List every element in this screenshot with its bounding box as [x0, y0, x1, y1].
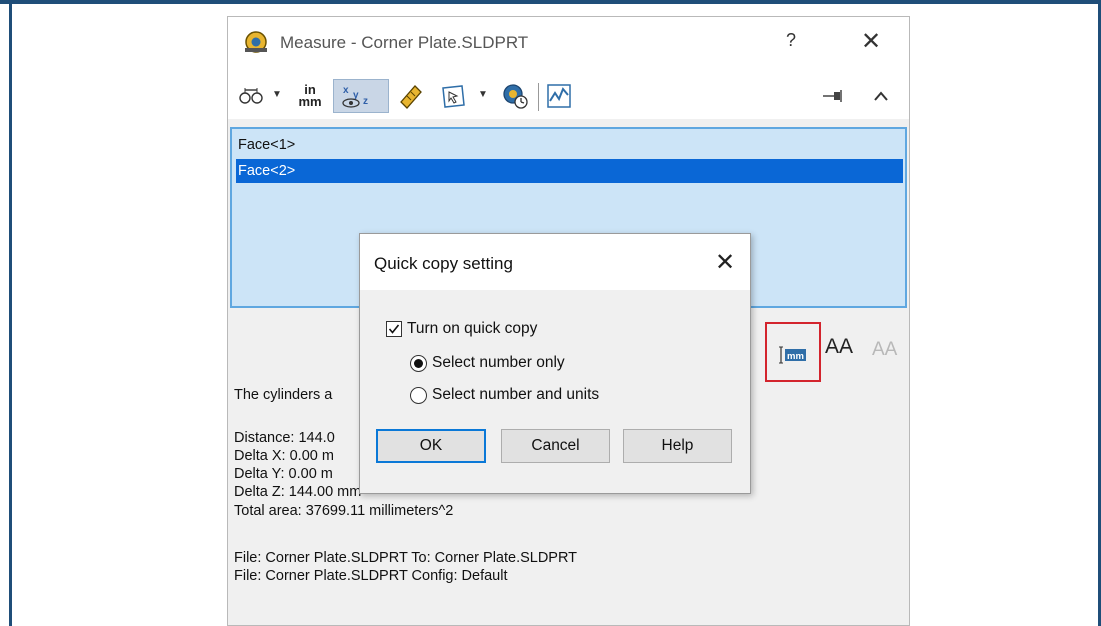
- result-total-area: Total area: 37699.11 millimeters^2: [234, 503, 454, 519]
- ok-button[interactable]: OK: [376, 429, 486, 463]
- radio-number-only-label: Select number only: [432, 354, 565, 371]
- radio-number-only-row[interactable]: Select number only: [410, 354, 565, 372]
- result-delta-x: Delta X: 0.00 m: [234, 448, 334, 464]
- cancel-button[interactable]: Cancel: [501, 429, 610, 463]
- quick-copy-units-button[interactable]: mm: [765, 322, 821, 382]
- radio-number-only[interactable]: [410, 354, 427, 372]
- point-to-point-icon[interactable]: [394, 79, 428, 113]
- result-distance: Distance: 144.0: [234, 430, 335, 446]
- history-icon[interactable]: [498, 79, 532, 113]
- increase-font-icon[interactable]: AA: [825, 335, 853, 359]
- show-xyz-measurements-icon[interactable]: x y z: [333, 79, 389, 113]
- decrease-font-icon[interactable]: AA: [872, 339, 897, 361]
- sensor-icon[interactable]: [542, 79, 576, 113]
- arc-circle-measurements-icon[interactable]: [236, 79, 266, 113]
- result-summary: The cylinders a: [234, 387, 333, 403]
- quick-copy-checkbox-row[interactable]: Turn on quick copy: [386, 320, 537, 338]
- radio-dot: [414, 358, 423, 368]
- toolbar: ▼ in mm x y z ▼: [228, 75, 909, 119]
- checkmark-icon: [388, 324, 400, 334]
- quick-copy-checkbox[interactable]: [386, 321, 402, 337]
- quick-copy-checkbox-label: Turn on quick copy: [407, 320, 538, 337]
- page-border-top: [0, 0, 1101, 4]
- radio-number-units-label: Select number and units: [432, 386, 600, 403]
- help-dialog-button[interactable]: Help: [623, 429, 732, 463]
- radio-number-units[interactable]: [410, 386, 427, 404]
- help-button[interactable]: ?: [776, 30, 806, 51]
- units-precision-icon[interactable]: in mm: [294, 79, 326, 113]
- dialog-title-bar: Quick copy setting ✕: [360, 234, 750, 290]
- quick-copy-dialog: Quick copy setting ✕ Turn on quick copy …: [359, 233, 751, 494]
- radio-number-units-row[interactable]: Select number and units: [410, 386, 599, 404]
- units-label-bottom: mm: [298, 94, 322, 109]
- mm-label: mm: [787, 351, 804, 362]
- pin-icon[interactable]: [818, 79, 848, 113]
- chevron-down-icon[interactable]: ▼: [478, 89, 488, 100]
- measure-tape-icon: [242, 30, 272, 54]
- svg-text:z: z: [363, 96, 368, 107]
- toolbar-separator: [538, 83, 539, 111]
- mm-units-icon: mm: [779, 346, 807, 364]
- list-item[interactable]: Face<1>: [238, 133, 295, 157]
- title-bar: Measure - Corner Plate.SLDPRT ? ✕: [228, 17, 909, 75]
- result-file-to: File: Corner Plate.SLDPRT To: Corner Pla…: [234, 550, 578, 566]
- svg-text:x: x: [343, 85, 349, 96]
- collapse-icon[interactable]: [868, 79, 894, 113]
- list-item-selected[interactable]: Face<2>: [236, 159, 903, 183]
- chevron-down-icon[interactable]: ▼: [272, 89, 282, 100]
- result-delta-y: Delta Y: 0.00 m: [234, 466, 333, 482]
- result-delta-z: Delta Z: 144.00 mm: [234, 484, 362, 500]
- dialog-title: Quick copy setting: [374, 254, 513, 273]
- projection-icon[interactable]: [436, 79, 470, 113]
- close-button[interactable]: ✕: [856, 27, 886, 56]
- page-border-left: [9, 0, 12, 626]
- dialog-close-button[interactable]: ✕: [712, 248, 738, 277]
- window-title: Measure - Corner Plate.SLDPRT: [280, 33, 529, 52]
- result-file-config: File: Corner Plate.SLDPRT Config: Defaul…: [234, 568, 508, 584]
